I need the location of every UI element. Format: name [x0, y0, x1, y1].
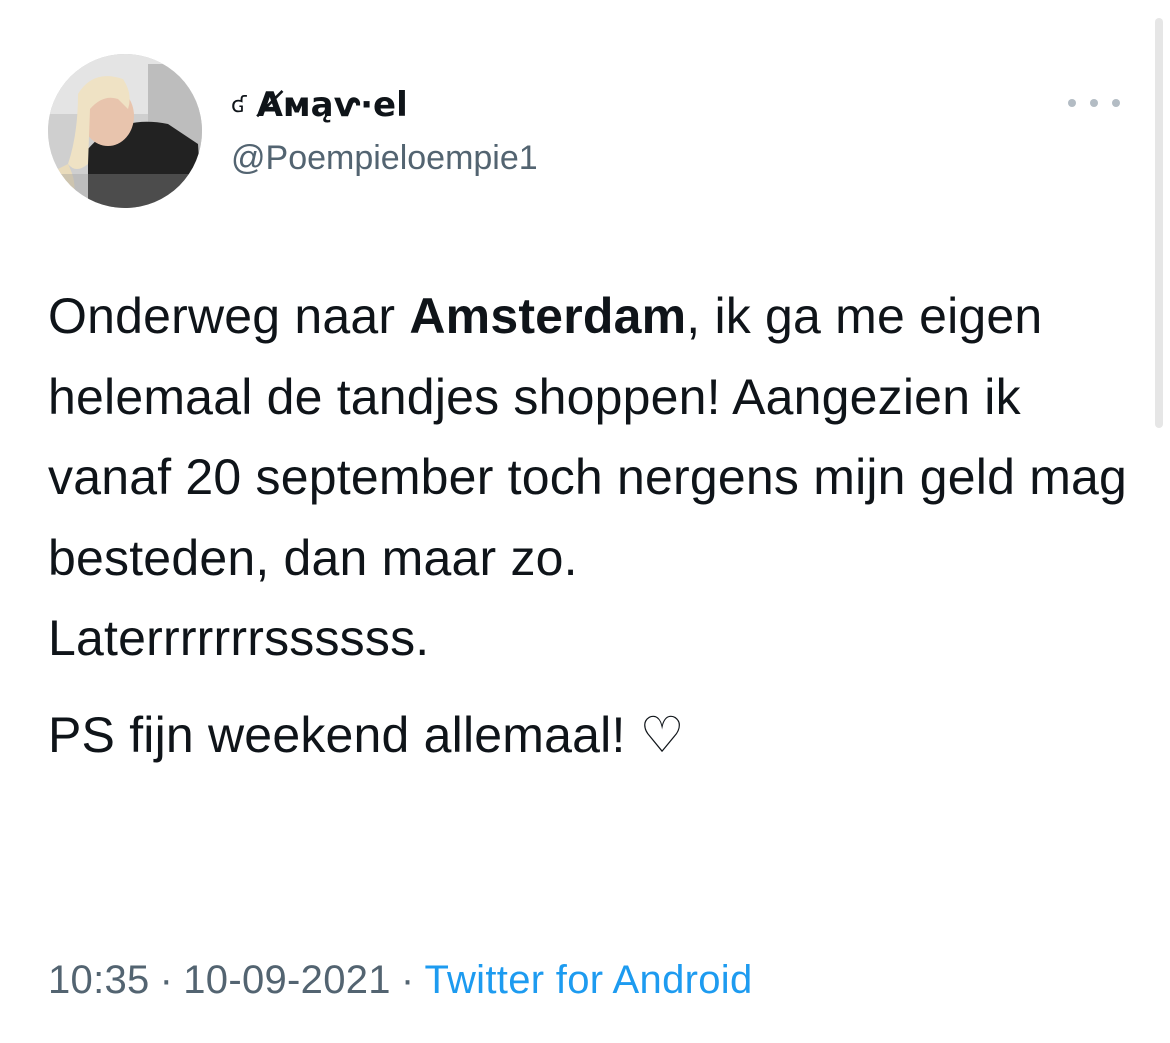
tweet-time[interactable]: 10:35: [48, 958, 150, 1002]
display-name-row[interactable]: ʛ Ⱥмąⱱ·el: [231, 85, 538, 125]
tweet-paragraph-main: Onderweg naar Amsterdam, ik ga me eigen …: [48, 276, 1143, 598]
meta-separator: ·: [400, 958, 415, 1002]
tweet-text-start: Onderweg naar: [48, 288, 410, 344]
user-handle[interactable]: @Poempieloempie1: [231, 139, 538, 178]
more-dots-icon: [1090, 99, 1098, 107]
tweet-metadata: 10:35 · 10-09-2021 · Twitter for Android: [48, 958, 753, 1003]
tweet-text-bold-place: Amsterdam: [409, 288, 687, 344]
tweet-paragraph-later: Laterrrrrrrssssss.: [48, 610, 430, 667]
author-names: ʛ Ⱥмąⱱ·el @Poempieloempie1: [231, 85, 538, 178]
more-dots-icon: [1068, 99, 1076, 107]
avatar-photo: [48, 54, 202, 208]
meta-separator: ·: [159, 958, 174, 1002]
display-name[interactable]: Ⱥмąⱱ·el: [257, 85, 408, 125]
tweet-text: Onderweg naar Amsterdam, ik ga me eigen …: [48, 276, 1143, 776]
more-dots-icon: [1112, 99, 1120, 107]
scrollbar[interactable]: [1155, 18, 1163, 428]
display-name-prefix: ʛ: [231, 92, 247, 118]
more-options-button[interactable]: [1068, 90, 1120, 116]
tweet-date[interactable]: 10-09-2021: [183, 958, 391, 1002]
tweet-paragraph-ps: PS fijn weekend allemaal! ♡: [48, 706, 685, 763]
tweet-source-link[interactable]: Twitter for Android: [424, 958, 752, 1002]
avatar[interactable]: [48, 54, 202, 208]
tweet-card: ʛ Ⱥмąⱱ·el @Poempieloempie1 Onderweg naar…: [0, 0, 1170, 1043]
